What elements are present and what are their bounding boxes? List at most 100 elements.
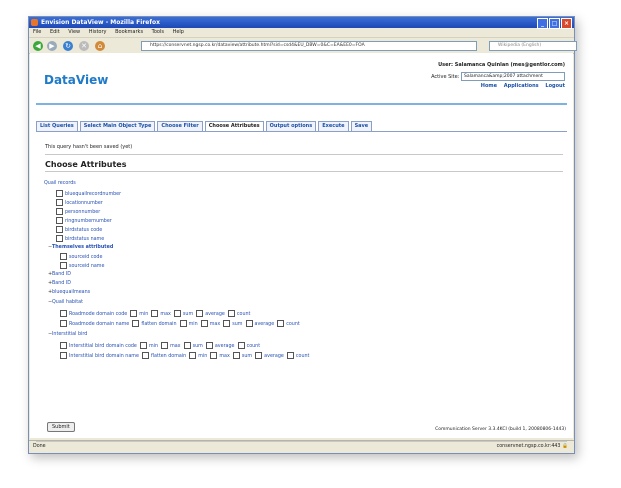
tree-subgroup[interactable]: −Themselves attributed <box>48 244 113 250</box>
checkbox[interactable] <box>141 352 149 359</box>
wizard-tabs: List Queries Select Main Object Type Cho… <box>36 121 567 132</box>
checkbox[interactable] <box>286 352 294 359</box>
tree-collapsed[interactable]: +Band ID <box>48 280 71 286</box>
checkbox[interactable] <box>210 352 218 359</box>
url-field[interactable]: https://conservnet.ngsp.co.kr/dataview/a… <box>141 41 477 51</box>
menu-edit[interactable]: Edit <box>50 29 60 35</box>
checkbox[interactable] <box>179 320 187 327</box>
header-links: Home Applications Logout <box>476 83 565 89</box>
checkbox[interactable] <box>196 310 204 317</box>
stop-icon[interactable]: ✕ <box>79 41 89 51</box>
tab-choose-attributes[interactable]: Choose Attributes <box>204 121 264 131</box>
checkbox[interactable] <box>56 217 63 224</box>
browser-window: Envision DataView - Mozilla Firefox _ □ … <box>28 16 577 454</box>
tab-list-queries[interactable]: List Queries <box>36 121 78 131</box>
checkbox[interactable] <box>60 253 67 260</box>
checkbox[interactable] <box>245 320 253 327</box>
checkbox[interactable] <box>237 342 245 349</box>
active-site-label: Active Site: <box>431 74 460 80</box>
checkbox[interactable] <box>56 235 63 242</box>
applications-link[interactable]: Applications <box>504 83 539 89</box>
lock-icon: 🔒 <box>562 444 568 449</box>
checkbox[interactable] <box>132 320 140 327</box>
checkbox[interactable] <box>139 342 147 349</box>
attribute-row: Interstitial bird domain code min max su… <box>60 342 260 349</box>
menu-file[interactable]: File <box>33 29 41 35</box>
checkbox[interactable] <box>183 342 191 349</box>
checkbox[interactable] <box>60 310 67 317</box>
navigation-toolbar: ◀ ▶ ↻ ✕ ⌂ https://conservnet.ngsp.co.kr/… <box>29 37 577 54</box>
active-site-select[interactable]: Salamanca&amp;2007 attachment <box>461 72 565 81</box>
attribute-row: Roadmode domain code min max sum average… <box>60 310 250 317</box>
checkbox[interactable] <box>173 310 181 317</box>
tree-collapsed[interactable]: +Band ID <box>48 271 71 277</box>
tree-item[interactable]: birdstatus code <box>56 226 102 233</box>
tree-subgroup[interactable]: −Quail habitat <box>48 299 83 305</box>
checkbox[interactable] <box>60 352 67 359</box>
checkbox[interactable] <box>56 208 63 215</box>
status-host: conservnet.ngsp.co.kr:443 🔒 <box>496 444 568 449</box>
tree-item[interactable]: ringnumbernumber <box>56 217 112 224</box>
tree-item[interactable]: sourceid code <box>60 253 102 260</box>
home-icon[interactable]: ⌂ <box>95 41 105 51</box>
attribute-row: Roadmode domain name flatten domain min … <box>60 320 300 327</box>
checkbox[interactable] <box>161 342 169 349</box>
tree-item[interactable]: locationnumber <box>56 199 103 206</box>
checkbox[interactable] <box>60 320 67 327</box>
submit-button[interactable]: Submit <box>47 422 75 432</box>
checkbox[interactable] <box>56 190 63 197</box>
checkbox[interactable] <box>189 352 197 359</box>
back-icon[interactable]: ◀ <box>33 41 43 51</box>
checkbox[interactable] <box>232 352 240 359</box>
tree-item[interactable]: birdstatus name <box>56 235 104 242</box>
tree-item[interactable]: sourceid name <box>60 262 104 269</box>
menu-tools[interactable]: Tools <box>152 29 164 35</box>
attribute-row: Interstitial bird domain name flatten do… <box>60 352 309 359</box>
tree-item[interactable]: personnumber <box>56 208 100 215</box>
menu-help[interactable]: Help <box>173 29 184 35</box>
forward-icon[interactable]: ▶ <box>47 41 57 51</box>
tab-save[interactable]: Save <box>350 121 373 131</box>
tree-root[interactable]: Quail records <box>44 181 76 186</box>
home-link[interactable]: Home <box>481 83 497 89</box>
checkbox[interactable] <box>130 310 138 317</box>
checkbox[interactable] <box>56 226 63 233</box>
checkbox[interactable] <box>205 342 213 349</box>
active-site: Active Site: Salamanca&amp;2007 attachme… <box>431 72 565 81</box>
status-bar: Done conservnet.ngsp.co.kr:443 🔒 <box>29 440 574 453</box>
logout-link[interactable]: Logout <box>545 83 565 89</box>
tab-output-options[interactable]: Output options <box>265 121 317 131</box>
checkbox[interactable] <box>60 342 67 349</box>
menu-history[interactable]: History <box>89 29 107 35</box>
divider <box>45 171 563 172</box>
version-footer: Communication Server 3.3.4KCI (build 1, … <box>435 427 566 432</box>
save-notice: This query hasn't been saved (yet) <box>45 144 133 150</box>
dataview-logo[interactable]: DataView <box>44 73 108 87</box>
tab-execute[interactable]: Execute <box>318 121 349 131</box>
user-info: User: Salamanca Quinlan (mes@gentlor.com… <box>438 62 565 68</box>
checkbox[interactable] <box>60 262 67 269</box>
tab-choose-filter[interactable]: Choose Filter <box>157 121 203 131</box>
divider <box>45 154 563 155</box>
menu-view[interactable]: View <box>68 29 80 35</box>
checkbox[interactable] <box>227 310 235 317</box>
page-content: DataView User: Salamanca Quinlan (mes@ge… <box>30 53 573 442</box>
tree-collapsed[interactable]: +bluequailmeans <box>48 289 90 295</box>
reload-icon[interactable]: ↻ <box>63 41 73 51</box>
menu-bookmarks[interactable]: Bookmarks <box>115 29 143 35</box>
window-title: Envision DataView - Mozilla Firefox <box>41 19 160 26</box>
tab-select-main-object-type[interactable]: Select Main Object Type <box>79 121 156 131</box>
search-field[interactable]: Wikipedia (English) <box>489 41 577 51</box>
checkbox[interactable] <box>277 320 285 327</box>
menu-bar: File Edit View History Bookmarks Tools H… <box>29 28 574 37</box>
checkbox[interactable] <box>223 320 231 327</box>
title-bar: Envision DataView - Mozilla Firefox _ □ … <box>29 17 574 29</box>
checkbox[interactable] <box>151 310 159 317</box>
firefox-icon <box>31 19 38 26</box>
checkbox[interactable] <box>200 320 208 327</box>
app-header: DataView User: Salamanca Quinlan (mes@ge… <box>36 59 567 105</box>
tree-subgroup[interactable]: −Interstitial bird <box>48 331 87 337</box>
tree-item[interactable]: bluequailrecordnumber <box>56 190 121 197</box>
checkbox[interactable] <box>56 199 63 206</box>
checkbox[interactable] <box>255 352 263 359</box>
